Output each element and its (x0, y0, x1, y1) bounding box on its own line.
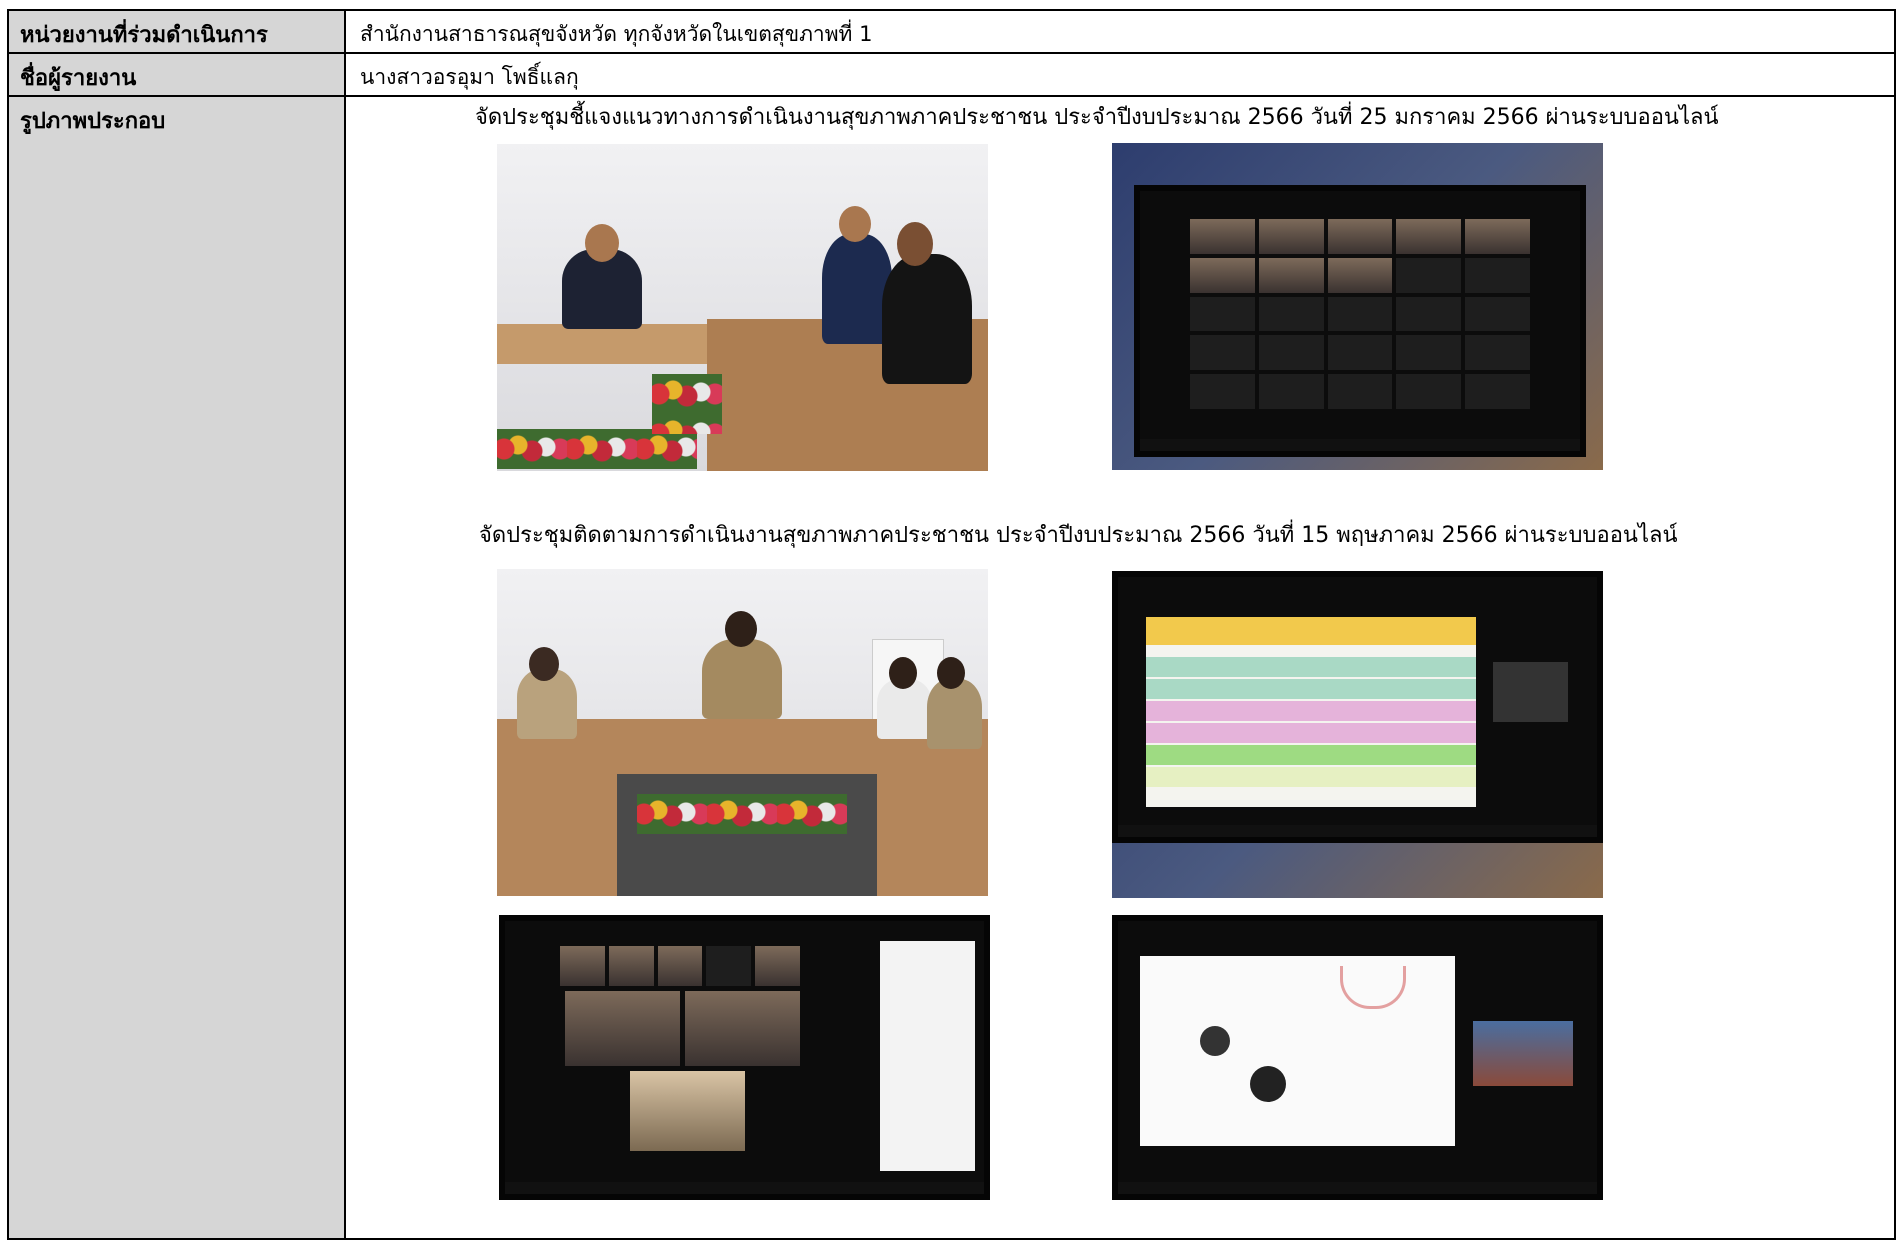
photo-slide-presentation-2 (1112, 915, 1603, 1200)
photo-video-conference-2 (499, 915, 990, 1200)
photo-meeting-room-1 (497, 144, 988, 471)
agency-value: สำนักงานสาธารณสุขจังหวัด ทุกจังหวัดในเขต… (344, 9, 1896, 54)
photos-cell: จัดประชุมชี้แจงแนวทางการดำเนินงานสุขภาพภ… (344, 95, 1896, 1240)
agency-row: หน่วยงานที่ร่วมดำเนินการ สำนักงานสาธารณส… (7, 9, 1896, 54)
caption-second-meeting: จัดประชุมติดตามการดำเนินงานสุขภาพภาคประช… (479, 523, 1678, 548)
reporter-label: ชื่อผู้รายงาน (7, 52, 346, 97)
report-table: หน่วยงานที่ร่วมดำเนินการ สำนักงานสาธารณส… (7, 9, 1896, 1240)
reporter-row: ชื่อผู้รายงาน นางสาวอรอุมา โพธิ์แลกุ (7, 52, 1896, 97)
photos-label: รูปภาพประกอบ (7, 95, 346, 1240)
agency-label: หน่วยงานที่ร่วมดำเนินการ (7, 9, 346, 54)
caption-first-meeting: จัดประชุมชี้แจงแนวทางการดำเนินงานสุขภาพภ… (475, 105, 1719, 130)
reporter-value: นางสาวอรอุมา โพธิ์แลกุ (344, 52, 1896, 97)
photo-area: จัดประชุมชี้แจงแนวทางการดำเนินงานสุขภาพภ… (346, 97, 1894, 1238)
photo-presentation-slide (1112, 571, 1603, 898)
photo-video-conference-1 (1112, 143, 1603, 470)
photo-meeting-room-2 (497, 569, 988, 896)
photos-row: รูปภาพประกอบ จัดประชุมชี้แจงแนวทางการดำเ… (7, 95, 1896, 1240)
